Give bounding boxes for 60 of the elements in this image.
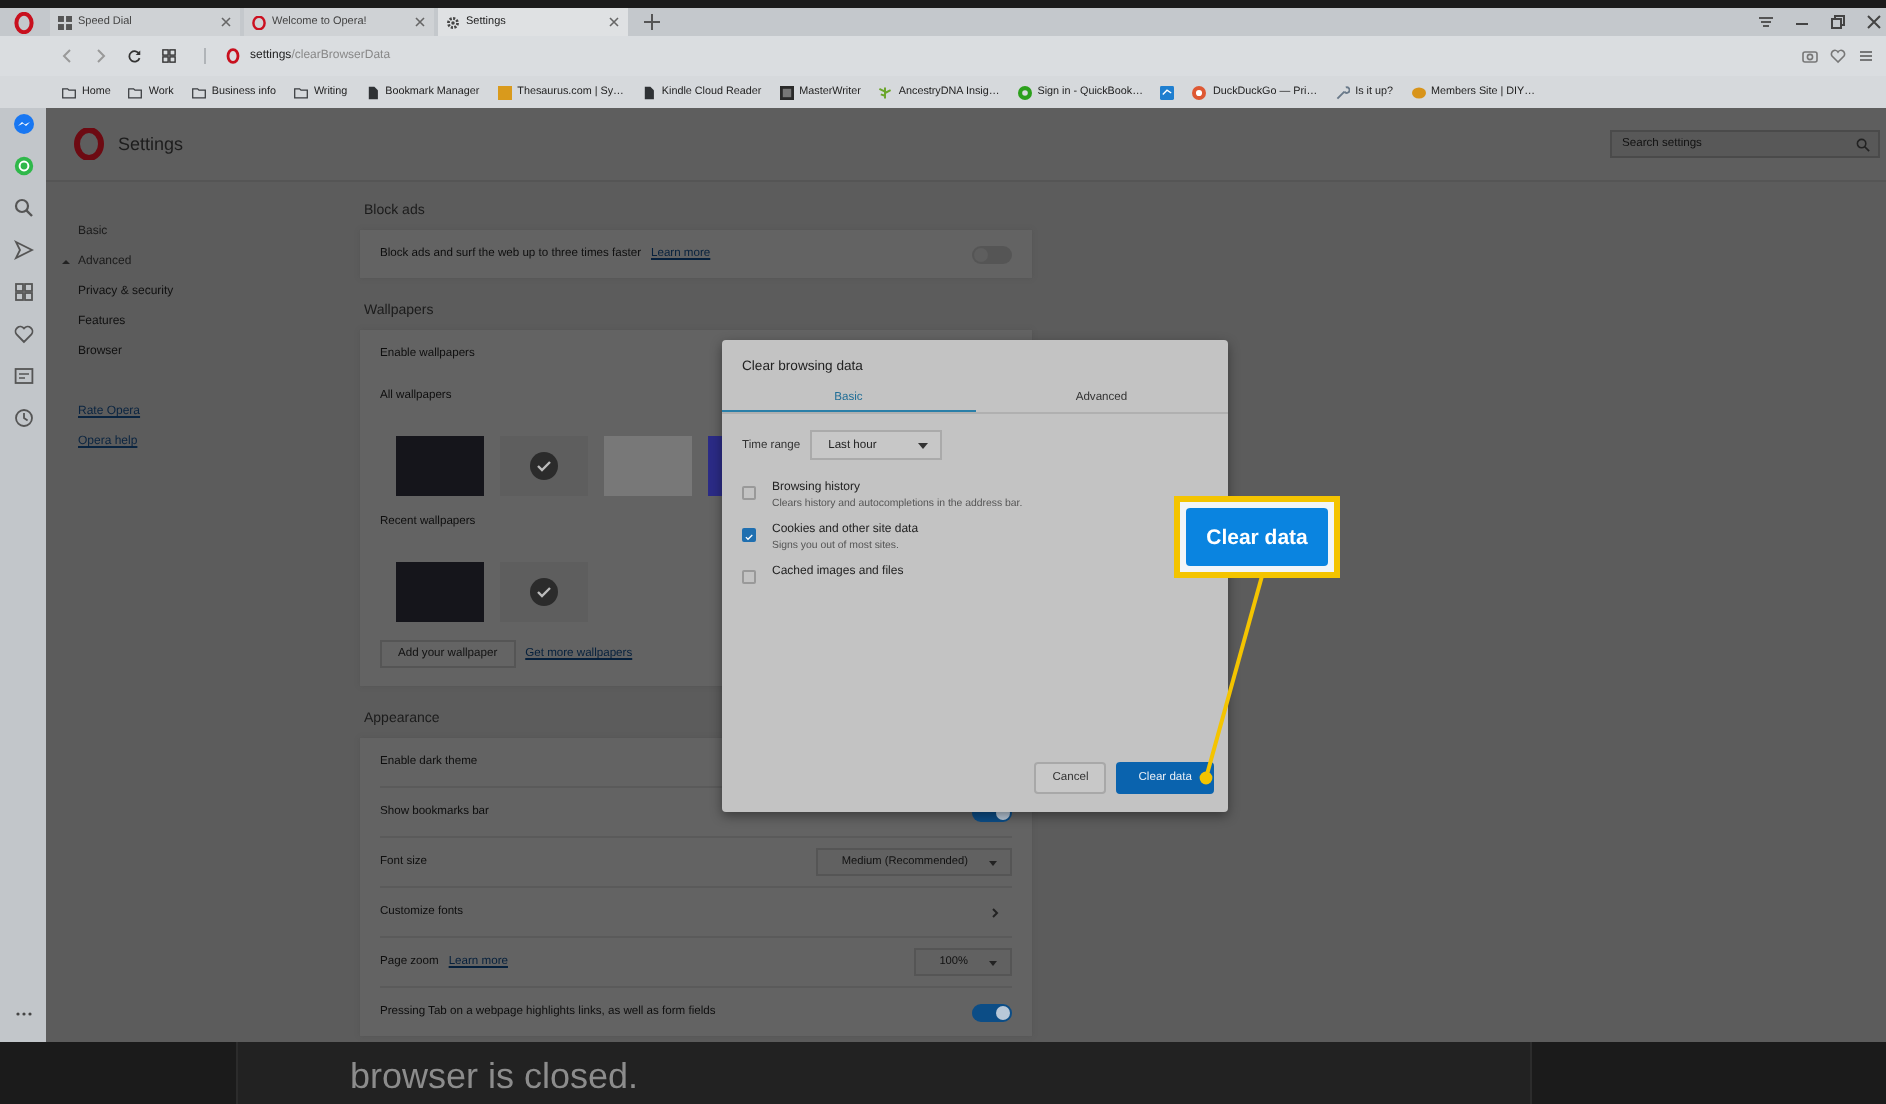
callout-button[interactable]: Clear data — [1186, 508, 1328, 566]
opera-logo-icon — [252, 15, 266, 29]
caret-icon[interactable] — [62, 258, 70, 266]
bookmark-icon — [1192, 85, 1207, 99]
search-icon[interactable] — [13, 198, 33, 218]
folder-icon — [293, 85, 308, 99]
grid-icon — [58, 15, 72, 29]
back-icon[interactable] — [60, 48, 74, 64]
filter-icon[interactable] — [1758, 14, 1774, 30]
checkbox[interactable] — [742, 486, 756, 500]
send-icon[interactable] — [13, 240, 33, 260]
leaf-icon — [878, 85, 893, 99]
wrench-icon — [1335, 85, 1350, 99]
close-icon[interactable] — [414, 16, 426, 28]
more-icon[interactable] — [13, 1010, 33, 1018]
bookmark-icon[interactable] — [1160, 85, 1175, 99]
heart-icon[interactable] — [1830, 48, 1846, 64]
close-icon[interactable] — [608, 16, 620, 28]
heart-icon[interactable] — [13, 324, 33, 344]
folder-icon — [191, 85, 206, 99]
caret-icon — [918, 441, 929, 449]
checkbox[interactable] — [742, 570, 756, 584]
bookmark-icon — [1411, 85, 1425, 99]
bookmark-icon — [1017, 85, 1032, 99]
whatsapp-icon[interactable] — [13, 156, 33, 176]
gear-icon — [446, 15, 460, 29]
messenger-icon[interactable] — [13, 114, 33, 134]
document-icon — [365, 85, 380, 99]
opera-logo-icon — [74, 128, 104, 160]
forward-icon[interactable] — [94, 48, 108, 64]
document-icon — [641, 85, 656, 99]
wallpaper-thumbnail[interactable] — [396, 562, 484, 622]
camera-icon[interactable] — [1802, 48, 1818, 64]
bookmark-icon — [497, 85, 512, 99]
close-icon[interactable] — [1866, 14, 1882, 30]
close-icon[interactable] — [220, 16, 232, 28]
check-icon — [530, 578, 558, 606]
article-text: browser is closed. — [350, 1056, 639, 1096]
folder-icon — [128, 85, 143, 99]
restore-icon[interactable] — [1830, 14, 1846, 30]
caret-icon — [988, 957, 998, 967]
grid-icon[interactable] — [13, 282, 33, 302]
page-title: Settings — [118, 134, 184, 154]
clock-icon[interactable] — [13, 408, 33, 428]
wallpaper-thumbnail[interactable] — [500, 436, 588, 496]
bookmark-icon — [779, 85, 794, 99]
grid-icon[interactable] — [162, 48, 176, 64]
reload-icon[interactable] — [128, 48, 142, 64]
opera-logo-icon — [226, 48, 240, 64]
check-icon — [530, 452, 558, 480]
chevron-right-icon[interactable] — [990, 907, 1000, 917]
wallpaper-thumbnail[interactable] — [396, 436, 484, 496]
new-tab-icon[interactable] — [644, 14, 660, 30]
caret-icon — [988, 857, 998, 867]
wallpaper-thumbnail[interactable] — [500, 562, 588, 622]
folder-icon — [62, 85, 76, 99]
news-icon[interactable] — [13, 366, 33, 386]
opera-logo-icon[interactable] — [14, 12, 34, 34]
toggle-switch[interactable] — [972, 1003, 1012, 1021]
checkbox[interactable] — [742, 528, 756, 542]
